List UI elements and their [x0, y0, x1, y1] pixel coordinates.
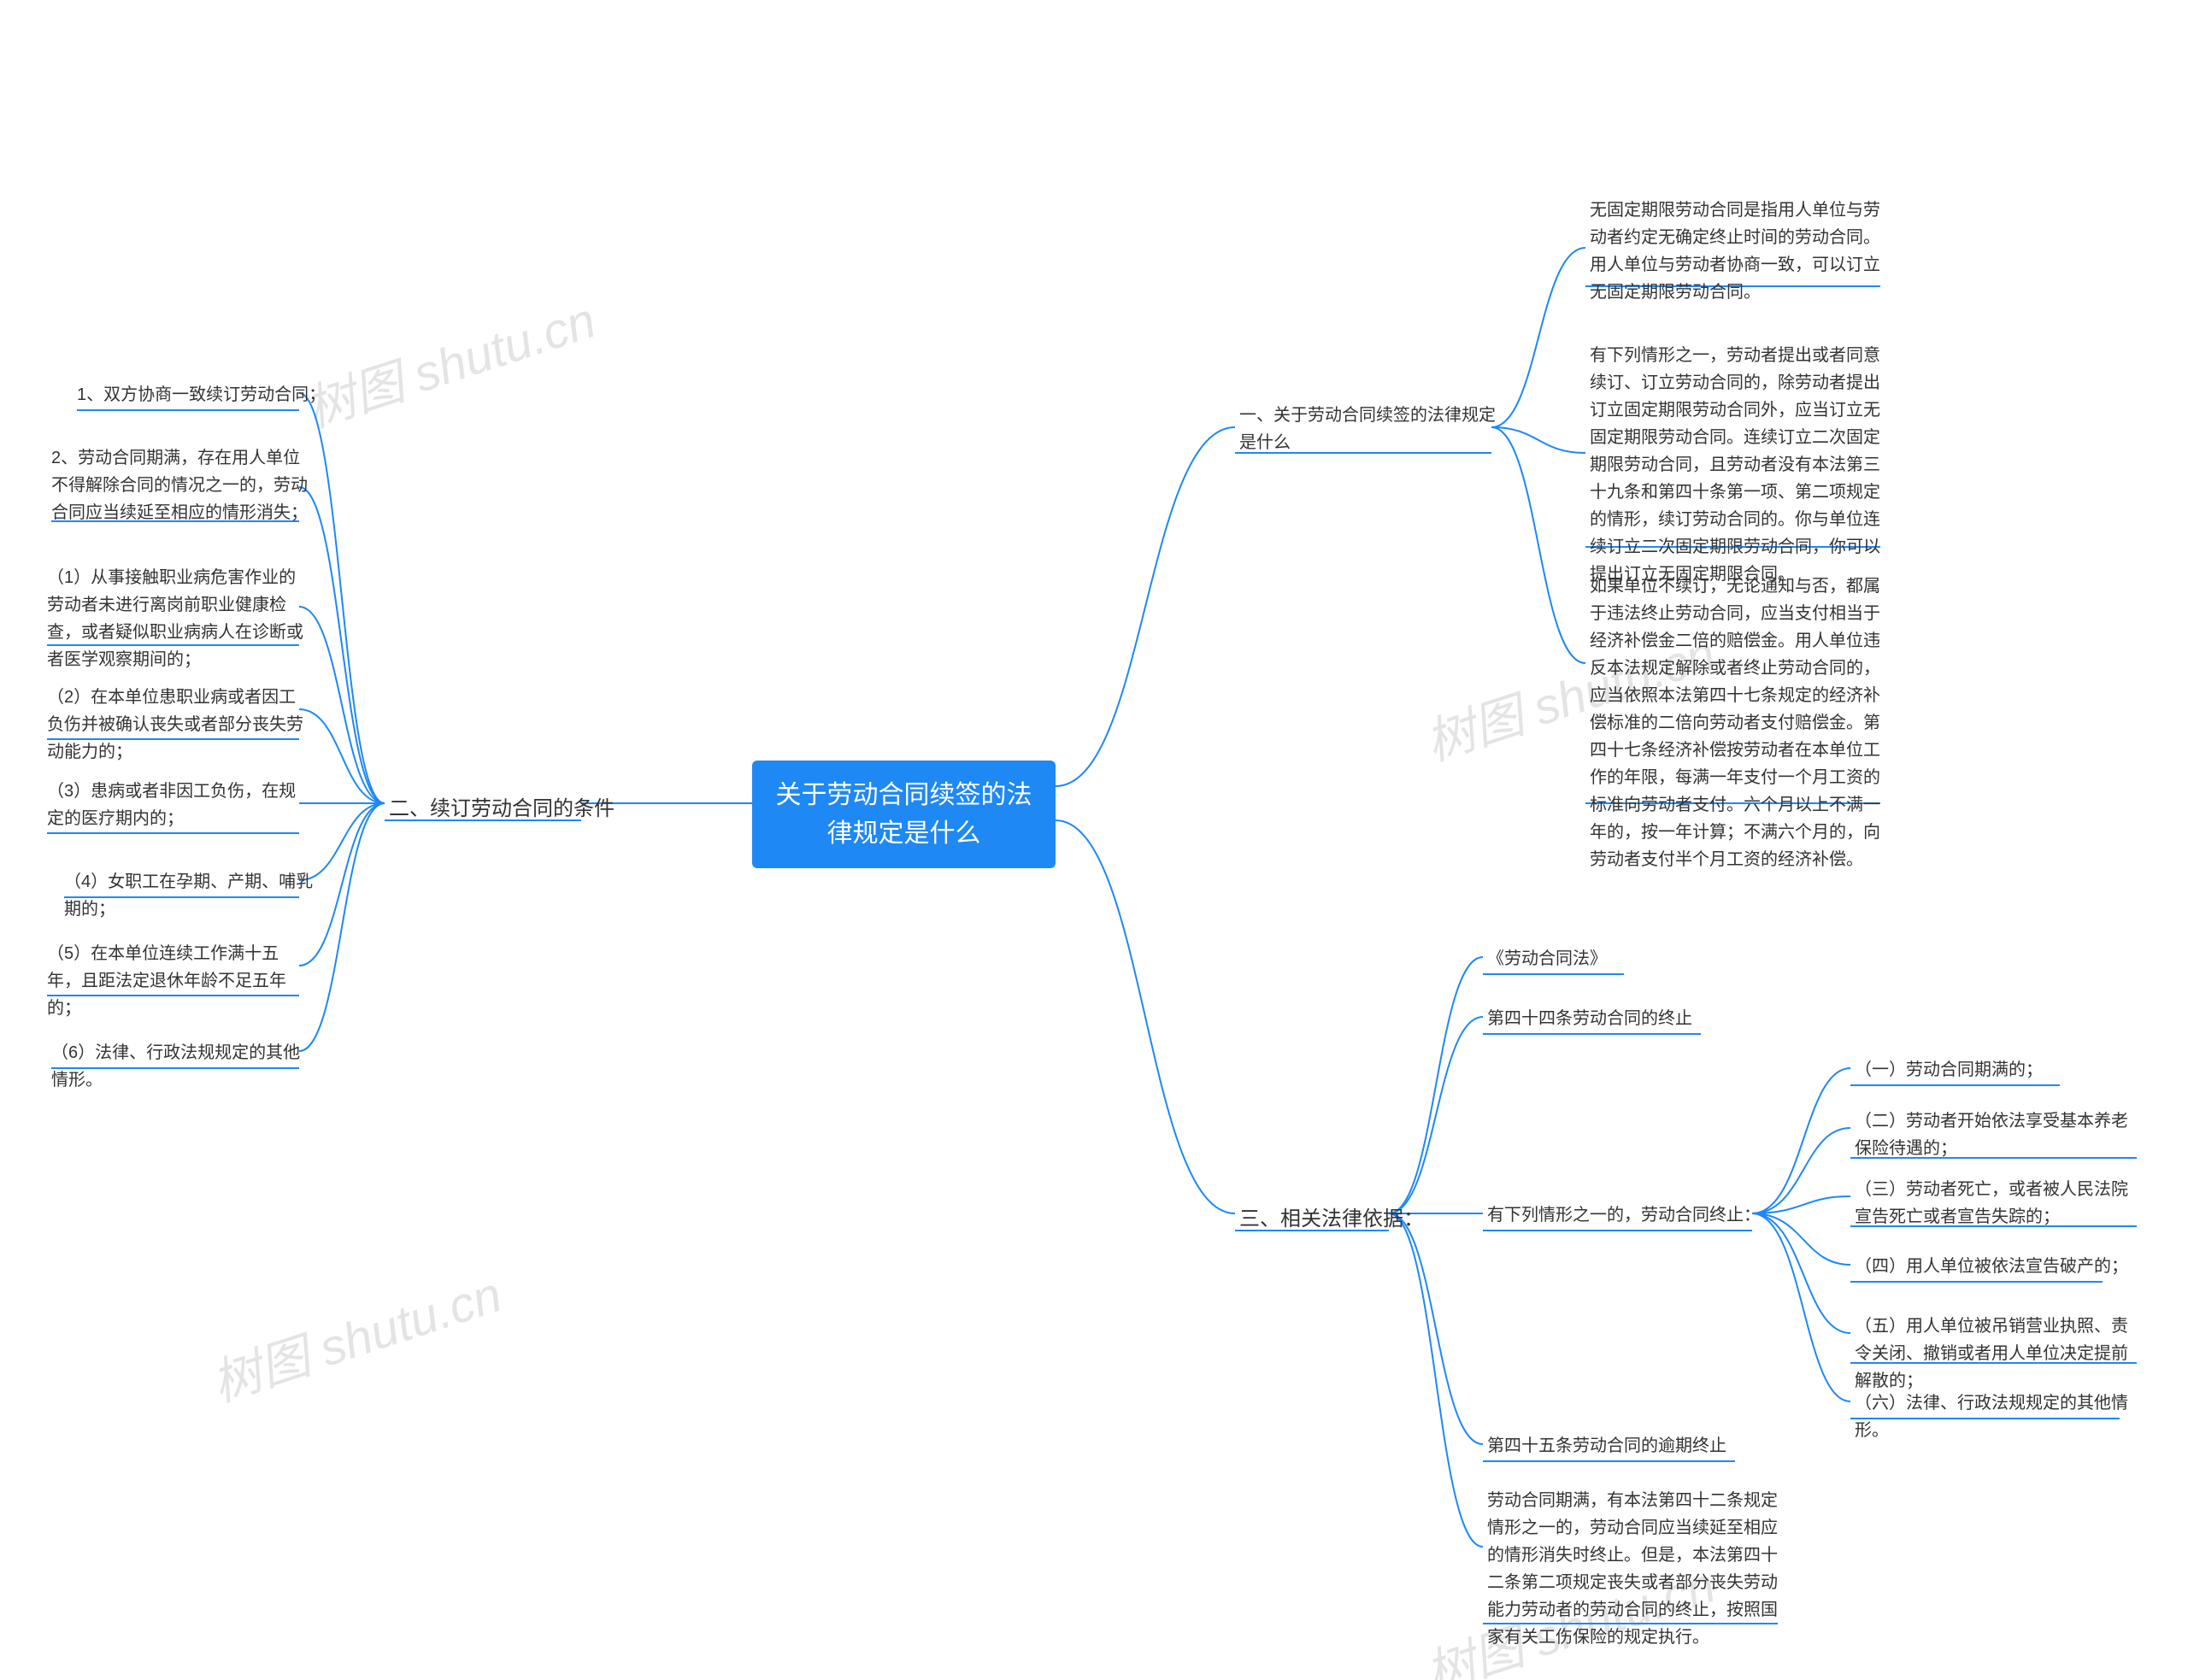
b3-sub-3[interactable]: （三）劳动者死亡，或者被人民法院宣告死亡或者宣告失踪的； [1855, 1176, 2128, 1231]
b3-leaf-1[interactable]: 《劳动合同法》 [1487, 945, 1607, 972]
b2-leaf-8[interactable]: （6）法律、行政法规规定的其他情形。 [51, 1039, 308, 1094]
b3-sub-1[interactable]: （一）劳动合同期满的； [1855, 1056, 2043, 1084]
b3-sub-4[interactable]: （四）用人单位被依法宣告破产的； [1855, 1253, 2128, 1280]
branch-3-label[interactable]: 三、相关法律依据： [1239, 1201, 1424, 1231]
b3-leaf-2[interactable]: 第四十四条劳动合同的终止 [1487, 1005, 1692, 1032]
b3-leaf-4[interactable]: 第四十五条劳动合同的逾期终止 [1487, 1432, 1726, 1460]
branch-1-label[interactable]: 一、关于劳动合同续签的法律规定是什么 [1239, 402, 1496, 456]
b2-leaf-1[interactable]: 1、双方协商一致续订劳动合同； [77, 381, 326, 408]
b2-leaf-2[interactable]: 2、劳动合同期满，存在用人单位不得解除合同的情况之一的，劳动合同应当续延至相应的… [51, 444, 308, 526]
b1-leaf-2[interactable]: 有下列情形之一，劳动者提出或者同意续订、订立劳动合同的，除劳动者提出订立固定期限… [1590, 342, 1880, 588]
b3-sub-6[interactable]: （六）法律、行政法规规定的其他情形。 [1855, 1389, 2128, 1444]
b2-leaf-6[interactable]: （4）女职工在孕期、产期、哺乳期的； [64, 868, 321, 923]
mindmap-canvas: 树图 shutu.cn 树图 shutu.cn 树图 shutu.cn 树图 s… [0, 0, 2188, 1680]
b1-leaf-3[interactable]: 如果单位不续订，无论通知与否，都属于违法终止劳动合同，应当支付相当于经济补偿金二… [1590, 573, 1880, 873]
b3-leaf-5[interactable]: 劳动合同期满，有本法第四十二条规定情形之一的，劳动合同应当续延至相应的情形消失时… [1487, 1487, 1778, 1651]
root-node[interactable]: 关于劳动合同续签的法律规定是什么 [752, 761, 1056, 868]
b1-leaf-1[interactable]: 无固定期限劳动合同是指用人单位与劳动者约定无确定终止时间的劳动合同。用人单位与劳… [1590, 197, 1880, 306]
b3-leaf-3[interactable]: 有下列情形之一的，劳动合同终止： [1487, 1201, 1761, 1229]
b2-leaf-7[interactable]: （5）在本单位连续工作满十五年，且距法定退休年龄不足五年的； [47, 940, 303, 1022]
watermark: 树图 shutu.cn [296, 280, 603, 441]
b2-leaf-4[interactable]: （2）在本单位患职业病或者因工负伤并被确认丧失或者部分丧失劳动能力的； [47, 684, 303, 766]
b3-sub-5[interactable]: （五）用人单位被吊销营业执照、责令关闭、撤销或者用人单位决定提前解散的； [1855, 1313, 2128, 1395]
watermark: 树图 shutu.cn [202, 1254, 509, 1415]
branch-2-label[interactable]: 二、续订劳动合同的条件 [389, 791, 615, 821]
b2-leaf-5[interactable]: （3）患病或者非因工负伤，在规定的医疗期内的； [47, 778, 303, 832]
b3-sub-2[interactable]: （二）劳动者开始依法享受基本养老保险待遇的； [1855, 1107, 2128, 1162]
b2-leaf-3[interactable]: （1）从事接触职业病危害作业的劳动者未进行离岗前职业健康检查，或者疑似职业病病人… [47, 564, 303, 673]
